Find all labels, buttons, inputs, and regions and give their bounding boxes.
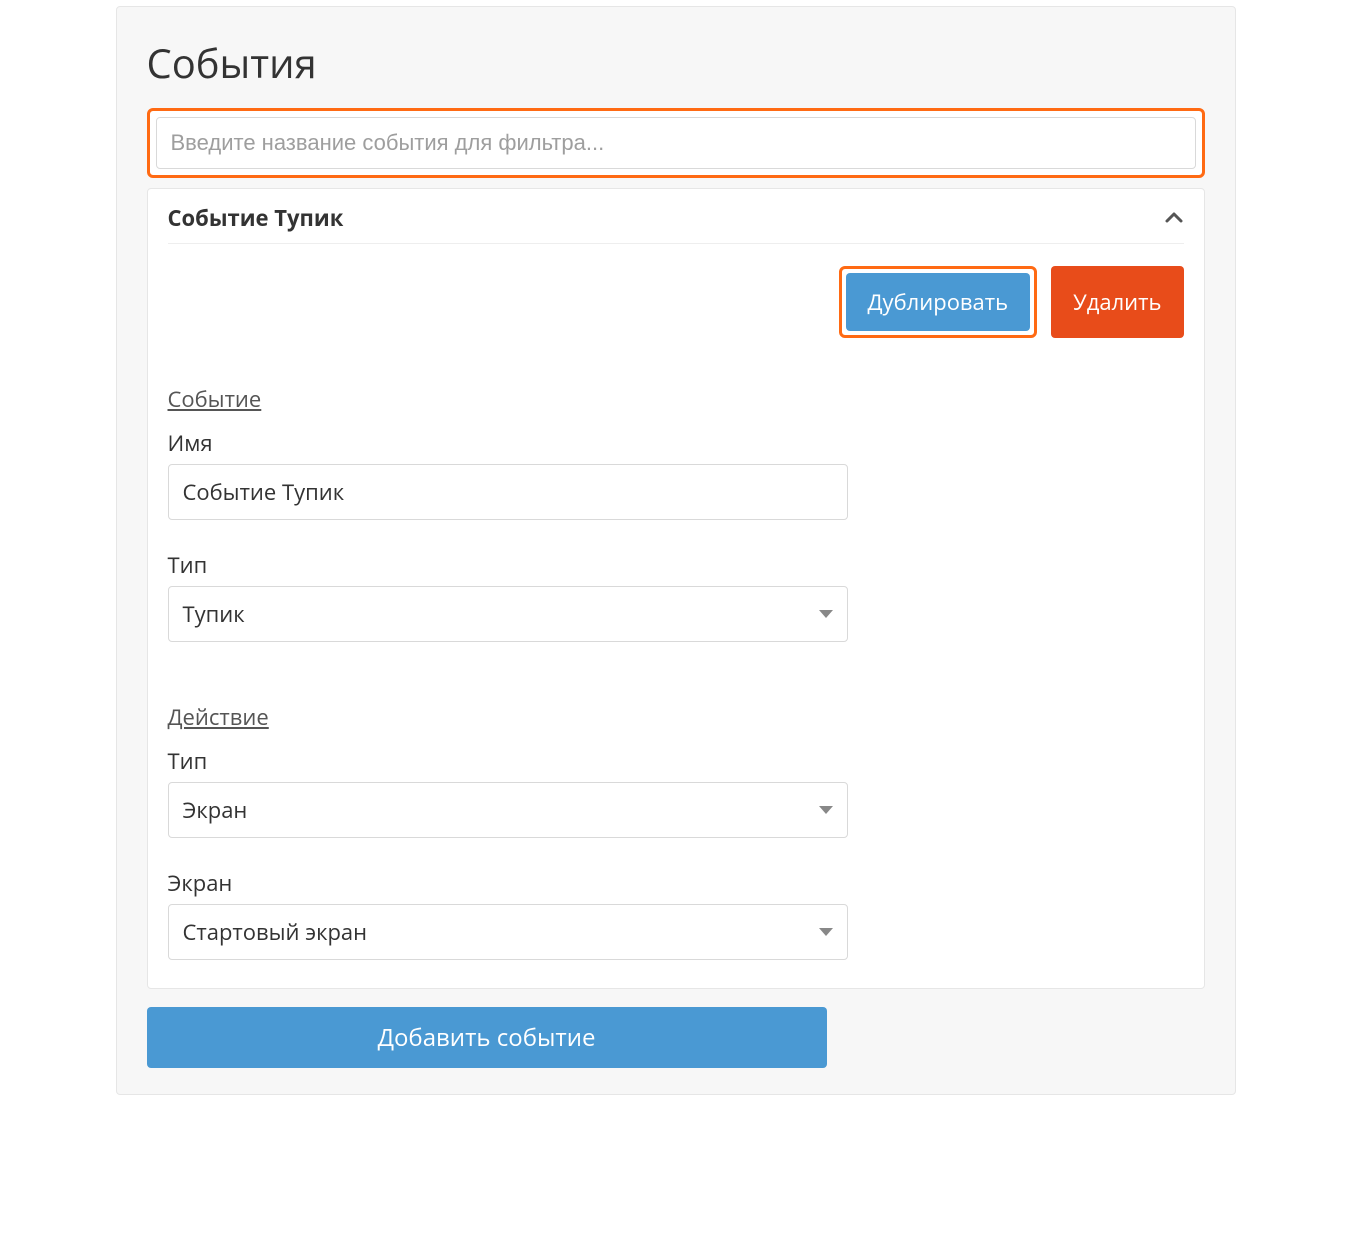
duplicate-button[interactable]: Дублировать — [846, 273, 1031, 331]
caret-down-icon — [819, 610, 833, 618]
event-card-title: Событие Тупик — [168, 203, 344, 233]
event-type-value: Тупик — [183, 599, 245, 629]
action-screen-select[interactable]: Стартовый экран — [168, 904, 848, 960]
action-type-label: Тип — [168, 746, 848, 776]
section-heading-event: Событие — [168, 384, 848, 414]
event-toolbar: Дублировать Удалить — [168, 244, 1184, 366]
page-title: События — [147, 35, 1205, 90]
filter-highlight-frame — [147, 108, 1205, 178]
event-type-label: Тип — [168, 550, 848, 580]
event-type-select[interactable]: Тупик — [168, 586, 848, 642]
action-screen-label: Экран — [168, 868, 848, 898]
delete-button[interactable]: Удалить — [1051, 266, 1183, 338]
section-heading-action: Действие — [168, 702, 848, 732]
caret-down-icon — [819, 806, 833, 814]
event-card-header[interactable]: Событие Тупик — [168, 189, 1184, 244]
duplicate-highlight-frame: Дублировать — [839, 266, 1038, 338]
action-type-select[interactable]: Экран — [168, 782, 848, 838]
caret-down-icon — [819, 928, 833, 936]
name-label: Имя — [168, 428, 848, 458]
chevron-up-icon — [1164, 208, 1184, 228]
event-name-input[interactable] — [168, 464, 848, 520]
action-type-value: Экран — [183, 795, 248, 825]
event-card: Событие Тупик Дублировать Удалить Событи… — [147, 188, 1205, 989]
event-form-column: Событие Имя Тип Тупик Действие Тип Экран… — [168, 384, 848, 960]
event-filter-input[interactable] — [156, 117, 1196, 169]
events-panel: События Событие Тупик Дублировать Удалит… — [116, 6, 1236, 1095]
action-screen-value: Стартовый экран — [183, 917, 368, 947]
add-event-button[interactable]: Добавить событие — [147, 1007, 827, 1068]
